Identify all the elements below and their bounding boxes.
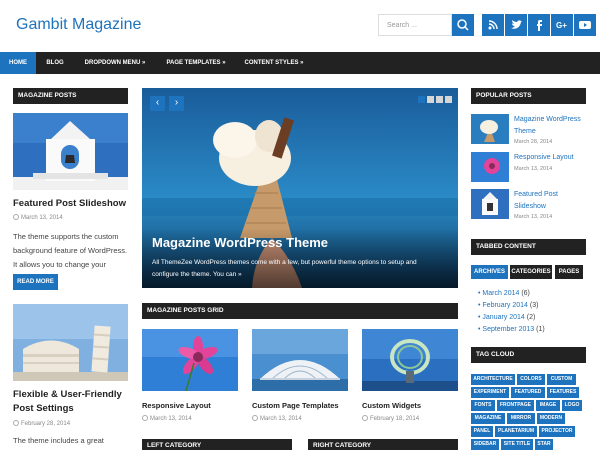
archive-link[interactable]: • March 2014 (6) <box>478 290 530 297</box>
post-thumbnail-pisa[interactable] <box>13 304 128 381</box>
slider-dot-3[interactable] <box>436 96 443 103</box>
nav-page-templates[interactable]: PAGE TEMPLATES » <box>158 52 234 74</box>
popular-post-title[interactable]: Featured Post Slideshow <box>514 189 558 213</box>
popular-post-date: March 28, 2014 <box>514 139 553 145</box>
grid-thumbnail-building[interactable] <box>252 329 348 391</box>
right-category-widget-title: RIGHT CATEGORY <box>308 439 458 450</box>
youtube-icon[interactable] <box>574 14 596 36</box>
tag-link[interactable]: MIRROR <box>507 413 535 424</box>
tag-link[interactable]: FRONTPAGE <box>497 400 534 411</box>
grid-post-title[interactable]: Responsive Layout <box>142 401 211 410</box>
clock-icon <box>13 420 19 426</box>
site-title[interactable]: Gambit Magazine <box>16 16 141 34</box>
tag-link[interactable]: FEATURES <box>547 387 579 398</box>
slider-excerpt: All ThemeZee WordPress themes come with … <box>152 259 417 278</box>
grid-post-date: March 13, 2014 <box>252 415 302 422</box>
nav-blog[interactable]: BLOG <box>38 52 72 74</box>
read-more-button[interactable]: READ MORE <box>13 274 58 290</box>
popular-thumbnail-bell-tower[interactable] <box>471 189 509 219</box>
tag-cloud-widget-title: TAG CLOUD <box>471 347 586 363</box>
magazine-posts-grid-widget-title: MAGAZINE POSTS GRID <box>142 303 458 319</box>
slider-dot-1[interactable] <box>418 96 425 103</box>
twitter-icon[interactable] <box>505 14 527 36</box>
tab-pages[interactable]: PAGES <box>555 265 583 279</box>
tag-link[interactable]: LOGO <box>562 400 582 411</box>
slider-prev-button[interactable]: ‹ <box>150 96 165 111</box>
popular-post-title[interactable]: Responsive Layout <box>514 152 574 164</box>
grid-post-title[interactable]: Custom Widgets <box>362 401 421 410</box>
tag-link[interactable]: EXPERIMENT <box>471 387 509 398</box>
search-button[interactable] <box>452 14 474 36</box>
archive-link[interactable]: • September 2013 (1) <box>478 326 545 333</box>
page: Gambit Magazine Search ... G+ HOME BLOG … <box>0 0 600 450</box>
tab-archives[interactable]: ARCHIVES <box>471 265 508 279</box>
tag-link[interactable]: SITE TITLE <box>501 439 533 450</box>
svg-text:G+: G+ <box>556 21 567 30</box>
post-title[interactable]: Featured Post Slideshow <box>13 198 126 209</box>
clock-icon <box>362 415 368 421</box>
clock-icon <box>13 214 19 220</box>
tag-link[interactable]: PLANETARIUM <box>495 426 537 437</box>
search-icon <box>457 19 469 31</box>
nav-dropdown-menu[interactable]: DROPDOWN MENU » <box>74 52 156 74</box>
tag-link[interactable]: FONTS <box>471 400 495 411</box>
tag-link[interactable]: FEATURED <box>511 387 545 398</box>
magazine-posts-widget-title: MAGAZINE POSTS <box>13 88 128 104</box>
popular-post-date: March 13, 2014 <box>514 166 553 172</box>
popular-thumbnail-icecream[interactable] <box>471 114 509 144</box>
tag-link[interactable]: MAGAZINE <box>471 413 505 424</box>
google-plus-icon[interactable]: G+ <box>551 14 573 36</box>
post-thumbnail-bell-tower[interactable] <box>13 113 128 190</box>
tab-categories[interactable]: CATEGORIES <box>510 265 552 279</box>
tag-link[interactable]: CUSTOM <box>547 374 576 385</box>
archive-link[interactable]: • January 2014 (2) <box>478 314 535 321</box>
main-navigation: HOME BLOG DROPDOWN MENU » PAGE TEMPLATES… <box>0 52 600 74</box>
tag-link[interactable]: PANEL <box>471 426 493 437</box>
grid-thumbnail-sculpture[interactable] <box>362 329 458 391</box>
post-excerpt: The theme supports the custom background… <box>13 232 128 269</box>
post-date: February 28, 2014 <box>13 420 70 427</box>
grid-post-date: February 18, 2014 <box>362 415 419 422</box>
slider-dot-4[interactable] <box>445 96 452 103</box>
grid-thumbnail-flower[interactable] <box>142 329 238 391</box>
nav-content-styles[interactable]: CONTENT STYLES » <box>236 52 312 74</box>
post-date: March 13, 2014 <box>13 214 63 221</box>
tag-link[interactable]: SIDEBAR <box>471 439 499 450</box>
slider-next-button[interactable]: › <box>169 96 184 111</box>
tag-link[interactable]: COLORS <box>517 374 545 385</box>
grid-post-date: March 13, 2014 <box>142 415 192 422</box>
search-input[interactable]: Search ... <box>378 14 452 36</box>
slider-dot-2[interactable] <box>427 96 434 103</box>
archive-link[interactable]: • February 2014 (3) <box>478 302 538 309</box>
clock-icon <box>252 415 258 421</box>
post-title[interactable]: Flexible & User-Friendly Post Settings <box>13 388 122 416</box>
tag-link[interactable]: ARCHITECTURE <box>471 374 515 385</box>
tag-link[interactable]: IMAGE <box>536 400 560 411</box>
tag-link[interactable]: STAR <box>535 439 553 450</box>
tag-link[interactable]: MODERN <box>537 413 565 424</box>
rss-icon[interactable] <box>482 14 504 36</box>
grid-post-title[interactable]: Custom Page Templates <box>252 401 339 410</box>
popular-posts-widget-title: POPULAR POSTS <box>471 88 586 104</box>
clock-icon <box>142 415 148 421</box>
popular-post-title[interactable]: Magazine WordPress Theme <box>514 114 581 138</box>
tabbed-content-widget-title: TABBED CONTENT <box>471 239 586 255</box>
site-header: Gambit Magazine Search ... G+ <box>0 0 600 52</box>
featured-slider[interactable]: ‹ › Magazine WordPress Theme All ThemeZe… <box>142 88 458 288</box>
slider-title[interactable]: Magazine WordPress Theme <box>152 235 328 250</box>
popular-post-date: March 13, 2014 <box>514 214 553 220</box>
post-excerpt: The theme includes a great <box>13 436 104 445</box>
tag-link[interactable]: PROJECTOR <box>539 426 575 437</box>
left-category-widget-title: LEFT CATEGORY <box>142 439 292 450</box>
nav-home[interactable]: HOME <box>0 52 36 74</box>
facebook-icon[interactable] <box>528 14 550 36</box>
popular-thumbnail-flower[interactable] <box>471 152 509 182</box>
